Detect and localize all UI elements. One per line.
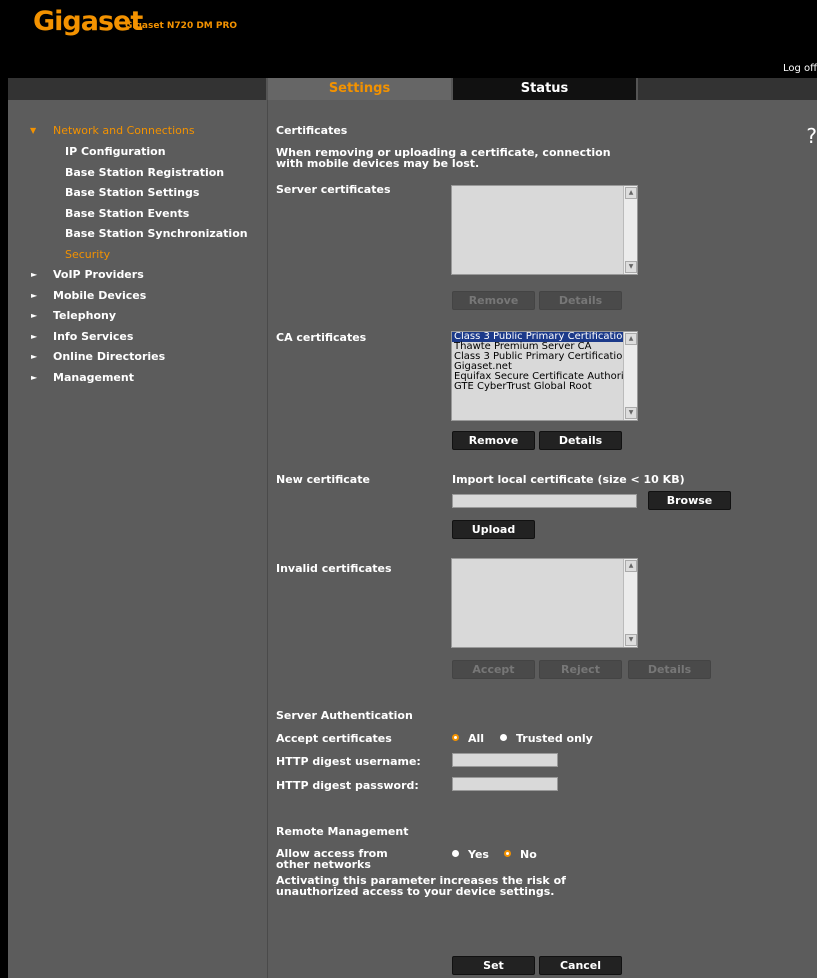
http-username-label: HTTP digest username: — [276, 755, 421, 768]
invalid-certificates-list[interactable]: ▲ ▼ — [451, 558, 638, 648]
header: Gigaset Gigaset N720 DM PRO Log off — [8, 0, 817, 78]
sidebar: ▼ Network and Connections IP Configurati… — [8, 100, 268, 978]
accept-button[interactable]: Accept — [452, 660, 535, 679]
sidebar-item-base-station-events[interactable]: Base Station Events — [65, 207, 189, 220]
remove-ca-button[interactable]: Remove — [452, 431, 535, 450]
file-path-input[interactable] — [452, 494, 637, 508]
http-password-label: HTTP digest password: — [276, 779, 419, 792]
tab-settings[interactable]: Settings — [268, 78, 451, 100]
app-frame: Gigaset Gigaset N720 DM PRO Log off Sett… — [8, 0, 817, 978]
details-ca-button[interactable]: Details — [539, 431, 622, 450]
sidebar-item-management[interactable]: Management — [53, 371, 134, 384]
help-icon[interactable]: ? — [806, 124, 817, 148]
tab-status[interactable]: Status — [453, 78, 636, 100]
tab-spacer-right — [638, 78, 817, 100]
http-username-input[interactable] — [452, 753, 558, 767]
sidebar-item-voip-providers[interactable]: VoIP Providers — [53, 268, 144, 281]
radio-no[interactable] — [504, 850, 511, 857]
radio-all-label: All — [468, 732, 485, 745]
sidebar-item-base-station-settings[interactable]: Base Station Settings — [65, 186, 199, 199]
logout-link[interactable]: Log off — [783, 63, 817, 74]
scrollbar[interactable]: ▲ ▼ — [623, 559, 637, 647]
scroll-up-icon[interactable]: ▲ — [625, 333, 637, 345]
sidebar-item-telephony[interactable]: Telephony — [53, 309, 116, 322]
ca-certificates-list[interactable]: Class 3 Public Primary Certification Aut… — [451, 331, 638, 421]
remove-server-button[interactable]: Remove — [452, 291, 535, 310]
expanded-icon: ▼ — [30, 126, 37, 135]
import-certificate-label: Import local certificate (size < 10 KB) — [452, 473, 685, 486]
reject-button[interactable]: Reject — [539, 660, 622, 679]
remote-management-title: Remote Management — [276, 825, 409, 838]
scroll-up-icon[interactable]: ▲ — [625, 187, 637, 199]
new-certificate-label: New certificate — [276, 473, 370, 486]
tab-bar: Settings Status — [8, 78, 817, 100]
scroll-down-icon[interactable]: ▼ — [625, 407, 637, 419]
radio-yes-label: Yes — [468, 848, 489, 861]
scrollbar[interactable]: ▲ ▼ — [623, 332, 637, 420]
allow-access-label: Allow access from other networks — [276, 847, 388, 871]
scroll-down-icon[interactable]: ▼ — [625, 634, 637, 646]
details-server-button[interactable]: Details — [539, 291, 622, 310]
collapsed-icon: ► — [31, 291, 38, 300]
upload-button[interactable]: Upload — [452, 520, 535, 539]
radio-yes[interactable] — [452, 850, 459, 857]
tab-spacer-left — [8, 78, 266, 100]
security-warning-text: Activating this parameter increases the … — [276, 874, 566, 898]
server-certificates-list[interactable]: ▲ ▼ — [451, 185, 638, 275]
http-password-input[interactable] — [452, 777, 558, 791]
sidebar-item-base-station-registration[interactable]: Base Station Registration — [65, 166, 224, 179]
server-certificates-label: Server certificates — [276, 183, 391, 196]
browse-button[interactable]: Browse — [648, 491, 731, 510]
radio-all[interactable] — [452, 734, 459, 741]
sidebar-item-info-services[interactable]: Info Services — [53, 330, 133, 343]
invalid-certificates-label: Invalid certificates — [276, 562, 392, 575]
server-authentication-title: Server Authentication — [276, 709, 413, 722]
radio-trusted-only[interactable] — [500, 734, 507, 741]
list-item[interactable]: GTE CyberTrust Global Root — [452, 382, 637, 392]
details-invalid-button[interactable]: Details — [628, 660, 711, 679]
accept-certificates-label: Accept certificates — [276, 732, 392, 745]
main-content: Certificates When removing or uploading … — [268, 100, 817, 978]
sidebar-item-ip-configuration[interactable]: IP Configuration — [65, 145, 166, 158]
page-title: Certificates — [276, 124, 348, 137]
collapsed-icon: ► — [31, 373, 38, 382]
sidebar-item-online-directories[interactable]: Online Directories — [53, 350, 165, 363]
sidebar-item-mobile-devices[interactable]: Mobile Devices — [53, 289, 146, 302]
intro-text: When removing or uploading a certificate… — [276, 146, 611, 170]
scrollbar[interactable]: ▲ ▼ — [623, 186, 637, 274]
collapsed-icon: ► — [31, 270, 38, 279]
sidebar-item-security[interactable]: Security — [65, 248, 110, 261]
ca-certificates-label: CA certificates — [276, 331, 367, 344]
scroll-down-icon[interactable]: ▼ — [625, 261, 637, 273]
collapsed-icon: ► — [31, 332, 38, 341]
sidebar-item-base-station-synchronization[interactable]: Base Station Synchronization — [65, 227, 248, 240]
sidebar-network-and-connections[interactable]: Network and Connections — [53, 124, 195, 137]
radio-no-label: No — [520, 848, 537, 861]
collapsed-icon: ► — [31, 352, 38, 361]
collapsed-icon: ► — [31, 311, 38, 320]
scroll-up-icon[interactable]: ▲ — [625, 560, 637, 572]
radio-trusted-only-label: Trusted only — [516, 732, 593, 745]
model-name: Gigaset N720 DM PRO — [125, 21, 238, 31]
cancel-button[interactable]: Cancel — [539, 956, 622, 975]
set-button[interactable]: Set — [452, 956, 535, 975]
